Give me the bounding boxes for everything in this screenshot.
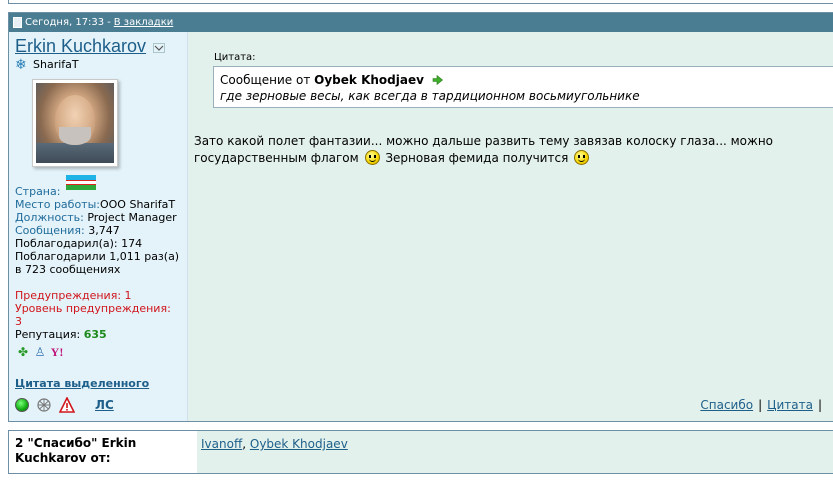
message-text: Зато какой полет фантазии... можно дальш… [194, 133, 833, 167]
position-label: Должность: [15, 211, 84, 224]
thanks-button[interactable]: Спасибо [700, 398, 753, 412]
thanks-users: Ivanoff, Oybek Khodjaev [197, 431, 833, 473]
dropdown-arrow-icon[interactable] [152, 43, 165, 53]
position-value: Project Manager [87, 211, 177, 224]
quote-box: Сообщение от Oybek Khodjaev где зерновые… [213, 66, 833, 108]
quote-label: Цитата: [214, 52, 256, 63]
post-date: Сегодня, 17:33 [25, 17, 105, 28]
user-action-icons: ЛС [15, 397, 114, 413]
messages-row: Сообщения: 3,747 [15, 224, 181, 237]
post-content: Цитата: Сообщение от Oybek Khodjaev где … [188, 32, 833, 421]
action-separator: | [758, 398, 763, 412]
smile-icon [364, 150, 380, 165]
post-actions: Спасибо | Цитата | [700, 398, 827, 412]
header-separator: - [107, 17, 111, 28]
document-icon [13, 17, 22, 28]
green-arrow-icon[interactable] [432, 75, 443, 85]
thanks-user-link[interactable]: Ivanoff [201, 437, 242, 451]
warning-level: Уровень предупреждения: 3 [15, 302, 171, 328]
messages-count: 3,747 [88, 224, 120, 237]
message-line-1: Зато какой полет фантазии... можно дальш… [194, 134, 774, 148]
thanked-row: Поблагодарил(а): 174 [15, 237, 181, 250]
person-award-icon[interactable]: ♙ [32, 344, 48, 360]
network-icon[interactable] [35, 397, 53, 413]
thanked-count: 174 [121, 237, 143, 250]
message-line-2-part-1: государственным флагом [194, 151, 359, 165]
clover-award-icon[interactable]: ✤ [15, 344, 31, 360]
smile-icon [574, 150, 590, 165]
snowflake-icon: ❄ [15, 56, 27, 73]
user-separator: , [242, 437, 247, 451]
thanks-user-link[interactable]: Oybek Khodjaev [250, 437, 348, 451]
awards-row: ✤ ♙ Y! [15, 343, 181, 361]
country-label: Страна: [15, 185, 61, 198]
messages-label: Сообщения: [15, 224, 85, 237]
uzbekistan-flag-icon [65, 175, 96, 191]
message-line-2-part-2: Зерновая фемида получится [385, 151, 569, 165]
user-info-panel: Erkin Kuchkarov ❄ SharifaT Страна: Место… [9, 32, 188, 421]
warnings-count: Предупреждения: 1 [15, 289, 132, 302]
was-thanked-line2: в 723 сообщениях [15, 263, 121, 276]
workplace-value: ООО SharifaT [99, 198, 176, 211]
quote-text: где зерновые весы, как всегда в тардицио… [220, 89, 640, 103]
user-title: SharifaT [33, 58, 79, 71]
previous-post-border [8, 0, 833, 4]
private-message-link[interactable]: ЛС [95, 398, 114, 412]
quote-button[interactable]: Цитата [767, 398, 813, 412]
quote-author: Oybek Khodjaev [314, 73, 424, 87]
post-header: Сегодня, 17:33 - В закладки [9, 13, 833, 32]
username-link[interactable]: Erkin Kuchkarov [15, 36, 146, 57]
was-thanked-line1: Поблагодарили 1,011 раз(а) [15, 250, 180, 263]
reputation-value: 635 [83, 328, 107, 341]
workplace-row: Место работы:ООО SharifaT [15, 198, 181, 211]
thanks-bar: 2 "Спасибо" Erkin Kuchkarov от: Ivanoff,… [8, 430, 833, 474]
thanks-label: 2 "Спасибо" Erkin Kuchkarov от: [9, 431, 197, 473]
country-row: Страна: [15, 175, 181, 198]
online-status-icon [15, 398, 29, 412]
action-separator: | [817, 398, 822, 412]
thanked-label: Поблагодарил(а): [15, 237, 118, 250]
quote-selected-link[interactable]: Цитата выделенного [15, 377, 181, 390]
position-row: Должность: Project Manager [15, 211, 181, 224]
bookmark-link[interactable]: В закладки [114, 13, 174, 32]
workplace-label: Место работы: [15, 198, 100, 211]
yahoo-award-icon[interactable]: Y! [49, 344, 65, 360]
warning-triangle-icon[interactable] [59, 397, 75, 413]
quote-prefix: Сообщение от [220, 73, 311, 87]
avatar[interactable] [32, 79, 118, 167]
reputation-label: Репутация: [15, 328, 81, 341]
forum-post: Сегодня, 17:33 - В закладки Erkin Kuchka… [8, 12, 833, 422]
reputation-row: Репутация: 635 [15, 328, 181, 341]
